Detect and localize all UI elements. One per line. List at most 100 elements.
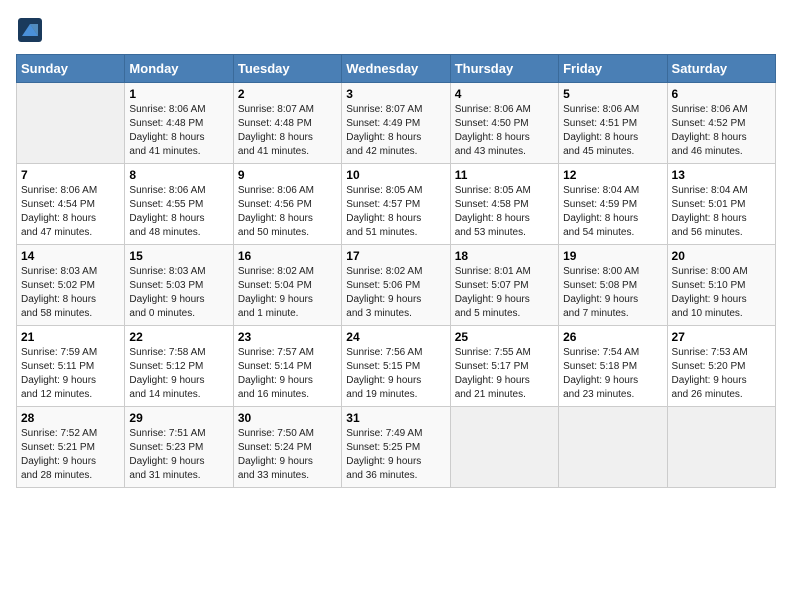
calendar-cell: 30 Sunrise: 7:50 AM Sunset: 5:24 PM Dayli… xyxy=(233,407,341,488)
calendar-cell: 6Sunrise: 8:06 AM Sunset: 4:52 PM Daylig… xyxy=(667,83,775,164)
calendar-cell: 19 Sunrise: 8:00 AM Sunset: 5:08 PM Dayli… xyxy=(559,245,667,326)
day-number: 22 xyxy=(129,330,228,344)
day-info: Sunrise: 8:06 AM Sunset: 4:51 PM Dayligh… xyxy=(563,103,662,159)
day-number: 25 xyxy=(455,330,554,344)
calendar-cell: 31Sunrise: 7:49 AM Sunset: 5:25 PM Dayli… xyxy=(342,407,450,488)
weekday-header-sunday: Sunday xyxy=(17,55,125,83)
day-info: Sunrise: 8:07 AM Sunset: 4:48 PM Dayligh… xyxy=(238,103,337,159)
day-info: Sunrise: 8:04 AM Sunset: 5:01 PM Dayligh… xyxy=(672,184,771,240)
day-number: 19 xyxy=(563,249,662,263)
day-number: 24 xyxy=(346,330,445,344)
calendar-cell: 20 Sunrise: 8:00 AM Sunset: 5:10 PM Dayli… xyxy=(667,245,775,326)
day-number: 10 xyxy=(346,168,445,182)
calendar-cell: 7 Sunrise: 8:06 AM Sunset: 4:54 PM Daylig… xyxy=(17,164,125,245)
day-info: Sunrise: 8:02 AM Sunset: 5:06 PM Dayligh… xyxy=(346,265,445,321)
day-info: Sunrise: 7:57 AM Sunset: 5:14 PM Dayligh… xyxy=(238,346,337,402)
day-info: Sunrise: 7:58 AM Sunset: 5:12 PM Dayligh… xyxy=(129,346,228,402)
day-info: Sunrise: 7:59 AM Sunset: 5:11 PM Dayligh… xyxy=(21,346,120,402)
weekday-header-friday: Friday xyxy=(559,55,667,83)
day-number: 17 xyxy=(346,249,445,263)
day-info: Sunrise: 8:03 AM Sunset: 5:02 PM Dayligh… xyxy=(21,265,120,321)
calendar-cell: 4 Sunrise: 8:06 AM Sunset: 4:50 PM Daylig… xyxy=(450,83,558,164)
day-number: 21 xyxy=(21,330,120,344)
day-number: 29 xyxy=(129,411,228,425)
day-number: 15 xyxy=(129,249,228,263)
calendar-cell: 17 Sunrise: 8:02 AM Sunset: 5:06 PM Dayli… xyxy=(342,245,450,326)
day-info: Sunrise: 7:50 AM Sunset: 5:24 PM Dayligh… xyxy=(238,427,337,483)
day-number: 30 xyxy=(238,411,337,425)
weekday-header-saturday: Saturday xyxy=(667,55,775,83)
day-number: 14 xyxy=(21,249,120,263)
logo xyxy=(16,16,48,44)
day-info: Sunrise: 7:53 AM Sunset: 5:20 PM Dayligh… xyxy=(672,346,771,402)
calendar-cell: 11 Sunrise: 8:05 AM Sunset: 4:58 PM Dayli… xyxy=(450,164,558,245)
day-info: Sunrise: 7:52 AM Sunset: 5:21 PM Dayligh… xyxy=(21,427,120,483)
day-number: 8 xyxy=(129,168,228,182)
day-info: Sunrise: 8:02 AM Sunset: 5:04 PM Dayligh… xyxy=(238,265,337,321)
day-number: 11 xyxy=(455,168,554,182)
calendar-cell xyxy=(17,83,125,164)
calendar-cell: 23 Sunrise: 7:57 AM Sunset: 5:14 PM Dayli… xyxy=(233,326,341,407)
calendar-cell: 8 Sunrise: 8:06 AM Sunset: 4:55 PM Daylig… xyxy=(125,164,233,245)
calendar-cell: 12 Sunrise: 8:04 AM Sunset: 4:59 PM Dayli… xyxy=(559,164,667,245)
calendar-cell xyxy=(450,407,558,488)
calendar-cell: 15 Sunrise: 8:03 AM Sunset: 5:03 PM Dayli… xyxy=(125,245,233,326)
calendar-table: SundayMondayTuesdayWednesdayThursdayFrid… xyxy=(16,54,776,488)
calendar-cell: 1 Sunrise: 8:06 AM Sunset: 4:48 PM Daylig… xyxy=(125,83,233,164)
calendar-cell: 14 Sunrise: 8:03 AM Sunset: 5:02 PM Dayli… xyxy=(17,245,125,326)
day-number: 31 xyxy=(346,411,445,425)
day-number: 2 xyxy=(238,87,337,101)
day-info: Sunrise: 7:56 AM Sunset: 5:15 PM Dayligh… xyxy=(346,346,445,402)
calendar-cell: 24 Sunrise: 7:56 AM Sunset: 5:15 PM Dayli… xyxy=(342,326,450,407)
weekday-header-thursday: Thursday xyxy=(450,55,558,83)
calendar-week-row: 14 Sunrise: 8:03 AM Sunset: 5:02 PM Dayli… xyxy=(17,245,776,326)
calendar-cell: 13 Sunrise: 8:04 AM Sunset: 5:01 PM Dayli… xyxy=(667,164,775,245)
day-number: 7 xyxy=(21,168,120,182)
calendar-week-row: 21 Sunrise: 7:59 AM Sunset: 5:11 PM Dayli… xyxy=(17,326,776,407)
calendar-cell: 10 Sunrise: 8:05 AM Sunset: 4:57 PM Dayli… xyxy=(342,164,450,245)
day-info: Sunrise: 8:06 AM Sunset: 4:50 PM Dayligh… xyxy=(455,103,554,159)
calendar-cell: 16Sunrise: 8:02 AM Sunset: 5:04 PM Dayli… xyxy=(233,245,341,326)
day-info: Sunrise: 8:00 AM Sunset: 5:10 PM Dayligh… xyxy=(672,265,771,321)
day-info: Sunrise: 7:54 AM Sunset: 5:18 PM Dayligh… xyxy=(563,346,662,402)
day-info: Sunrise: 7:51 AM Sunset: 5:23 PM Dayligh… xyxy=(129,427,228,483)
day-info: Sunrise: 8:06 AM Sunset: 4:48 PM Dayligh… xyxy=(129,103,228,159)
day-number: 4 xyxy=(455,87,554,101)
calendar-cell: 9 Sunrise: 8:06 AM Sunset: 4:56 PM Daylig… xyxy=(233,164,341,245)
calendar-cell: 21 Sunrise: 7:59 AM Sunset: 5:11 PM Dayli… xyxy=(17,326,125,407)
calendar-cell: 22 Sunrise: 7:58 AM Sunset: 5:12 PM Dayli… xyxy=(125,326,233,407)
day-info: Sunrise: 8:01 AM Sunset: 5:07 PM Dayligh… xyxy=(455,265,554,321)
day-number: 12 xyxy=(563,168,662,182)
day-info: Sunrise: 8:03 AM Sunset: 5:03 PM Dayligh… xyxy=(129,265,228,321)
day-number: 5 xyxy=(563,87,662,101)
weekday-header-row: SundayMondayTuesdayWednesdayThursdayFrid… xyxy=(17,55,776,83)
day-number: 1 xyxy=(129,87,228,101)
calendar-cell: 5 Sunrise: 8:06 AM Sunset: 4:51 PM Daylig… xyxy=(559,83,667,164)
day-info: Sunrise: 8:06 AM Sunset: 4:54 PM Dayligh… xyxy=(21,184,120,240)
day-number: 18 xyxy=(455,249,554,263)
day-number: 9 xyxy=(238,168,337,182)
day-info: Sunrise: 8:00 AM Sunset: 5:08 PM Dayligh… xyxy=(563,265,662,321)
day-info: Sunrise: 8:04 AM Sunset: 4:59 PM Dayligh… xyxy=(563,184,662,240)
day-info: Sunrise: 8:07 AM Sunset: 4:49 PM Dayligh… xyxy=(346,103,445,159)
day-number: 20 xyxy=(672,249,771,263)
calendar-cell: 2 Sunrise: 8:07 AM Sunset: 4:48 PM Daylig… xyxy=(233,83,341,164)
day-number: 27 xyxy=(672,330,771,344)
day-number: 23 xyxy=(238,330,337,344)
day-number: 13 xyxy=(672,168,771,182)
calendar-cell: 29 Sunrise: 7:51 AM Sunset: 5:23 PM Dayli… xyxy=(125,407,233,488)
day-info: Sunrise: 8:06 AM Sunset: 4:56 PM Dayligh… xyxy=(238,184,337,240)
weekday-header-tuesday: Tuesday xyxy=(233,55,341,83)
day-info: Sunrise: 8:06 AM Sunset: 4:55 PM Dayligh… xyxy=(129,184,228,240)
calendar-week-row: 28 Sunrise: 7:52 AM Sunset: 5:21 PM Dayli… xyxy=(17,407,776,488)
day-info: Sunrise: 8:06 AM Sunset: 4:52 PM Dayligh… xyxy=(672,103,771,159)
calendar-cell xyxy=(559,407,667,488)
calendar-cell: 28 Sunrise: 7:52 AM Sunset: 5:21 PM Dayli… xyxy=(17,407,125,488)
day-info: Sunrise: 8:05 AM Sunset: 4:57 PM Dayligh… xyxy=(346,184,445,240)
day-info: Sunrise: 8:05 AM Sunset: 4:58 PM Dayligh… xyxy=(455,184,554,240)
calendar-week-row: 1 Sunrise: 8:06 AM Sunset: 4:48 PM Daylig… xyxy=(17,83,776,164)
calendar-cell: 25Sunrise: 7:55 AM Sunset: 5:17 PM Dayli… xyxy=(450,326,558,407)
day-number: 28 xyxy=(21,411,120,425)
weekday-header-wednesday: Wednesday xyxy=(342,55,450,83)
logo-icon xyxy=(16,16,44,44)
